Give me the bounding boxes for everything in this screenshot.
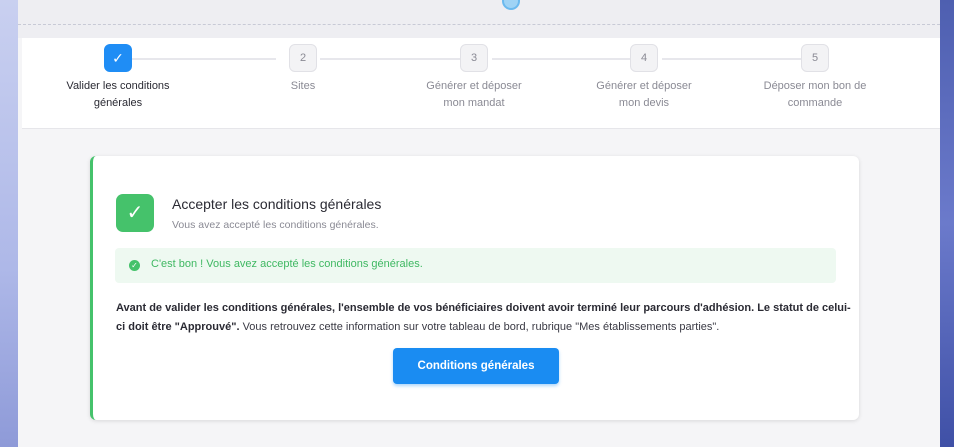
notice-text: Avant de valider les conditions générale… xyxy=(116,299,851,337)
check-icon: ✓ xyxy=(104,44,132,72)
step-label: Générer et déposer mon mandat xyxy=(426,80,522,109)
notice-regular: Vous retrouvez cette information sur vot… xyxy=(239,321,720,333)
step-4[interactable]: 4 Générer et déposer mon devis xyxy=(559,44,729,112)
step-number: 3 xyxy=(460,44,488,72)
conditions-generales-button[interactable]: Conditions générales xyxy=(393,348,559,384)
background-right-edge xyxy=(940,0,954,447)
step-2[interactable]: 2 Sites xyxy=(218,44,388,95)
step-label: Générer et déposer mon devis xyxy=(596,80,692,109)
app-window: ✓ Valider les conditions générales 2 Sit… xyxy=(18,0,940,447)
stepper: ✓ Valider les conditions générales 2 Sit… xyxy=(22,38,940,129)
alert-text: C'est bon ! Vous avez accepté les condit… xyxy=(151,258,423,270)
step-label: Valider les conditions générales xyxy=(66,80,170,109)
card-subtitle: Vous avez accepté les conditions général… xyxy=(172,219,379,231)
step-3[interactable]: 3 Générer et déposer mon mandat xyxy=(389,44,559,112)
step-1[interactable]: ✓ Valider les conditions générales xyxy=(33,44,203,112)
step-5[interactable]: 5 Déposer mon bon de commande xyxy=(730,44,900,112)
success-alert: ✓ C'est bon ! Vous avez accepté les cond… xyxy=(115,248,836,283)
background-left-edge xyxy=(0,0,18,447)
card-title: Accepter les conditions générales xyxy=(172,196,382,212)
step-number: 5 xyxy=(801,44,829,72)
check-circle-icon: ✓ xyxy=(129,260,140,271)
step-label: Déposer mon bon de commande xyxy=(763,80,867,109)
drop-marker-icon xyxy=(502,0,520,10)
step-number: 4 xyxy=(630,44,658,72)
top-strip xyxy=(18,0,940,38)
dashed-divider xyxy=(18,24,940,25)
conditions-card: ✓ Accepter les conditions générales Vous… xyxy=(90,156,859,420)
step-number: 2 xyxy=(289,44,317,72)
check-icon: ✓ xyxy=(116,194,154,232)
step-label: Sites xyxy=(290,80,316,92)
